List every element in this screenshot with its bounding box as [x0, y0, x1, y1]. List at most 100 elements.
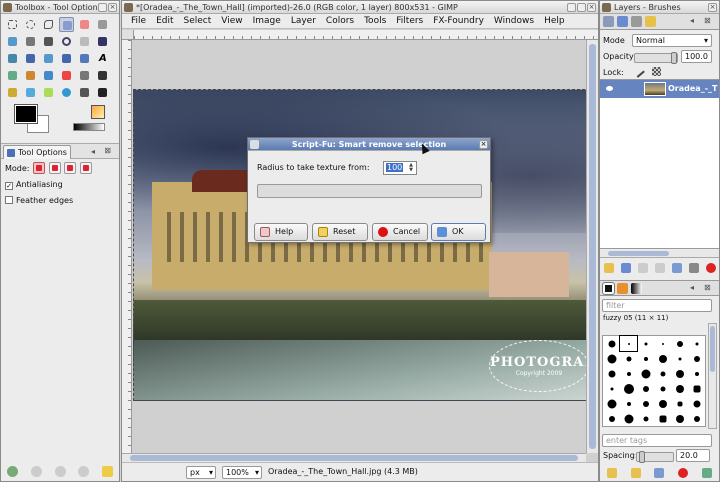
move-tool-icon[interactable]	[95, 34, 110, 49]
tab-menu-icon[interactable]: ◂	[690, 16, 701, 27]
save-options-icon[interactable]	[7, 466, 18, 477]
color-picker-tool-icon[interactable]	[41, 34, 56, 49]
radius-spinbutton[interactable]: 100 ▲ ▼	[383, 161, 417, 175]
paintbrush-tool-icon[interactable]	[41, 68, 56, 83]
maximize-button[interactable]	[577, 3, 586, 12]
fuzzy-select-tool-icon[interactable]	[59, 17, 74, 32]
antialiasing-row[interactable]: ✓ Antialiasing	[1, 177, 119, 193]
brush-preview[interactable]	[671, 366, 688, 381]
bucket-fill-tool-icon[interactable]	[5, 68, 20, 83]
antialiasing-checkbox[interactable]: ✓	[5, 182, 13, 190]
brush-grid[interactable]	[602, 335, 706, 427]
lower-layer-icon[interactable]	[654, 263, 665, 273]
menu-select[interactable]: Select	[179, 16, 217, 26]
brush-preview[interactable]	[620, 381, 637, 396]
edit-brush-icon[interactable]	[606, 468, 617, 478]
brush-preview[interactable]	[637, 366, 654, 381]
brush-preview[interactable]	[671, 411, 688, 426]
eye-icon[interactable]	[606, 86, 613, 91]
delete-options-icon[interactable]	[54, 466, 66, 477]
reset-button[interactable]: Reset	[312, 223, 368, 241]
menu-filters[interactable]: Filters	[391, 16, 428, 26]
menu-tools[interactable]: Tools	[359, 16, 391, 26]
brush-preview[interactable]	[671, 336, 688, 351]
brush-preview[interactable]	[654, 366, 671, 381]
menu-colors[interactable]: Colors	[321, 16, 359, 26]
layers-hscrollbar[interactable]	[600, 250, 719, 258]
brush-preview[interactable]	[603, 381, 620, 396]
image-titlebar[interactable]: *[Oradea_-_The_Town_Hall] (imported)-26.…	[122, 1, 598, 14]
dialog-titlebar[interactable]: Script-Fu: Smart remove selection ×	[248, 138, 490, 151]
horizontal-ruler[interactable]	[134, 30, 598, 40]
brush-preview[interactable]	[688, 366, 705, 381]
brush-preview[interactable]	[603, 351, 620, 366]
reset-options-icon[interactable]	[78, 466, 90, 477]
crop-tool-icon[interactable]	[23, 51, 38, 66]
brush-preview[interactable]	[603, 336, 620, 351]
brush-preview[interactable]	[671, 351, 688, 366]
add-mode-icon[interactable]	[48, 162, 61, 174]
airbrush-tool-icon[interactable]	[77, 68, 92, 83]
blur-tool-icon[interactable]	[59, 85, 74, 100]
replace-mode-icon[interactable]	[33, 162, 46, 174]
minimize-button[interactable]	[567, 3, 576, 12]
brushes-tab-icon[interactable]	[602, 282, 615, 295]
menu-view[interactable]: View	[216, 16, 247, 26]
menu-edit[interactable]: Edit	[151, 16, 178, 26]
quick-mask-corner[interactable]	[122, 30, 134, 40]
pencil-tool-icon[interactable]	[23, 68, 38, 83]
brush-preview[interactable]	[688, 381, 705, 396]
scissors-tool-icon[interactable]	[95, 17, 110, 32]
ok-button[interactable]: OK	[431, 223, 486, 241]
brush-preview[interactable]	[637, 381, 654, 396]
feather-checkbox[interactable]	[5, 196, 13, 204]
canvas-area[interactable]: PHOTOGRAPHY Copyright 2009	[133, 41, 598, 453]
toolbox-titlebar[interactable]: Toolbox - Tool Options ×	[1, 1, 119, 14]
tab-close-icon[interactable]: ⊠	[704, 283, 715, 294]
layer-row[interactable]: Oradea_-_T	[600, 80, 719, 98]
tab-menu-icon[interactable]: ◂	[91, 147, 95, 156]
brush-scrollbar[interactable]	[708, 323, 717, 429]
brush-preview[interactable]	[603, 411, 620, 426]
duplicate-brush-icon[interactable]	[654, 468, 665, 478]
channels-tab-icon[interactable]	[617, 16, 628, 27]
vertical-ruler[interactable]	[122, 40, 132, 453]
tab-close-icon[interactable]: ⊠	[704, 16, 715, 27]
dock-close-button[interactable]: ×	[708, 3, 717, 12]
menu-help[interactable]: Help	[539, 16, 570, 26]
menu-image[interactable]: Image	[248, 16, 286, 26]
help-button[interactable]: Help	[254, 223, 308, 241]
image-canvas[interactable]: PHOTOGRAPHY Copyright 2009	[133, 89, 598, 401]
brush-preview[interactable]	[620, 351, 637, 366]
spacing-slider[interactable]	[636, 451, 674, 463]
opacity-spinbutton[interactable]: 100.0	[681, 50, 712, 63]
active-brush-preview[interactable]	[91, 105, 105, 119]
menu-windows[interactable]: Windows	[489, 16, 539, 26]
brush-preview[interactable]	[637, 411, 654, 426]
brush-preview[interactable]	[603, 366, 620, 381]
brush-preview[interactable]	[620, 366, 637, 381]
brush-preview[interactable]	[620, 396, 637, 411]
opacity-slider[interactable]	[634, 52, 678, 64]
patterns-tab-icon[interactable]	[617, 283, 628, 294]
subtract-mode-icon[interactable]	[64, 162, 77, 174]
tags-input[interactable]: enter tags	[602, 434, 712, 447]
brush-preview[interactable]	[603, 396, 620, 411]
tab-menu-icon[interactable]: ◂	[690, 283, 701, 294]
cancel-button[interactable]: Cancel	[372, 223, 428, 241]
menu-file[interactable]: File	[126, 16, 151, 26]
restore-options-icon[interactable]	[30, 466, 42, 477]
refresh-brushes-icon[interactable]	[702, 468, 713, 478]
ink-tool-icon[interactable]	[95, 68, 110, 83]
brush-preview[interactable]	[619, 335, 638, 352]
smudge-tool-icon[interactable]	[77, 85, 92, 100]
intersect-mode-icon[interactable]	[79, 162, 92, 174]
brush-preview[interactable]	[654, 381, 671, 396]
lock-alpha-icon[interactable]	[652, 67, 661, 76]
brush-filter-input[interactable]: filter	[602, 299, 712, 312]
foreground-color-swatch[interactable]	[14, 104, 38, 124]
gradients-tab-icon[interactable]	[631, 283, 642, 294]
brush-preview[interactable]	[688, 396, 705, 411]
zoom-tool-icon[interactable]	[59, 34, 74, 49]
duplicate-layer-icon[interactable]	[671, 263, 682, 273]
